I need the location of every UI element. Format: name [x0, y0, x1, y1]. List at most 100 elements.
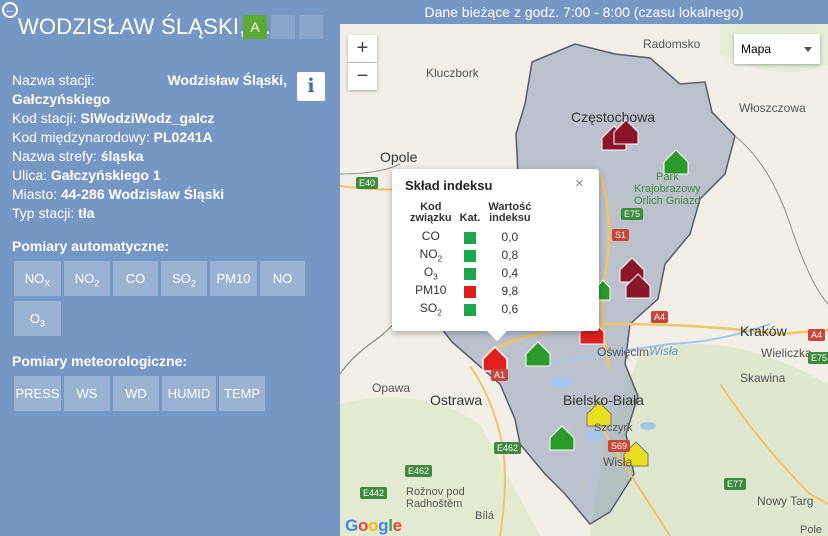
map-label-roznov: Rožnov pod Radhoštěm — [406, 486, 465, 510]
meteo-button-press[interactable]: PRESS — [14, 376, 61, 411]
index-value: 0,0 — [501, 230, 519, 244]
map-type-select[interactable]: Mapa — [734, 34, 820, 64]
station-name-label: Nazwa stacji: — [12, 72, 95, 88]
category-square — [456, 264, 485, 282]
pollutant-code: SO2 — [419, 300, 442, 318]
close-icon[interactable]: × — [575, 175, 584, 192]
meteo-button-humid[interactable]: HUMID — [162, 376, 216, 411]
station-type-value: tła — [78, 205, 95, 221]
pollutant-code: PM10 — [415, 282, 447, 297]
map-label-oswiecim: Oświęcim — [597, 345, 650, 359]
index-composition-popup: Skład indeksu × Kod związku Kat. Wartość i… — [392, 169, 599, 341]
back-arrow-icon[interactable]: ← — [2, 2, 18, 18]
map-label-opawa: Opawa — [372, 381, 411, 395]
category-square — [456, 246, 485, 264]
meteo-button-ws[interactable]: WS — [64, 376, 110, 411]
column-header-value: Wartość indeksu — [488, 201, 532, 224]
road-badge-s69: S69 — [608, 440, 631, 452]
meteorological-measurements-title: Pomiary meteorologiczne: — [12, 353, 188, 369]
table-row: NO2 0,8 — [406, 246, 535, 264]
street-label: Ulica: — [12, 167, 48, 183]
city-label: Miasto: — [12, 186, 58, 202]
meteo-button-wd[interactable]: WD — [113, 376, 159, 411]
street-value: Gałczyńskiego 1 — [50, 167, 161, 183]
chevron-down-icon — [804, 47, 812, 56]
map-label-szczyrk: Szczyrk — [594, 422, 633, 434]
index-value: 0,6 — [501, 302, 519, 316]
category-square — [456, 300, 485, 318]
zone-label: Nazwa strefy: — [12, 148, 97, 164]
map-label-wieliczka: Wieliczka — [761, 346, 812, 360]
pollutant-code: CO — [421, 228, 440, 243]
index-category-badge-inactive[interactable] — [299, 15, 323, 39]
index-table: Kod związku Kat. Wartość indeksu CO 0,0 NO2 0… — [406, 202, 535, 318]
station-type-label: Typ stacji: — [12, 205, 75, 221]
zoom-out-button[interactable]: − — [348, 63, 377, 90]
zoom-in-button[interactable]: + — [348, 35, 377, 62]
city-value: 44-286 Wodzisław Śląski — [61, 186, 225, 202]
map-label-wloszczowa: Włoszczowa — [739, 101, 806, 115]
road-badge-s1: S1 — [612, 229, 630, 241]
automatic-measurements-title: Pomiary automatyczne: — [12, 238, 170, 254]
map-label-nowy-targ: Nowy Targ — [757, 494, 814, 508]
road-badge-a4: A4 — [651, 311, 669, 323]
road-badge-e75-b: E75 — [808, 352, 828, 364]
measure-button-so2[interactable]: SO2 — [161, 261, 207, 296]
info-icon[interactable]: i — [297, 72, 325, 101]
road-badge-a4-b: A4 — [808, 329, 826, 341]
station-name-row: Nazwa stacji: Wodzisław Śląski, — [12, 71, 287, 90]
intl-code-value: PL0241A — [153, 129, 213, 145]
index-value: 9,8 — [501, 284, 519, 298]
road-badge-a1: A1 — [491, 369, 509, 381]
measure-button-nox[interactable]: NOX — [14, 261, 61, 296]
station-title: WODZISŁAW ŚLĄSKI, ... — [18, 14, 271, 39]
category-square — [456, 228, 485, 246]
column-header-category: Kat. — [459, 212, 481, 224]
intl-code-label: Kod międzynarodowy: — [12, 129, 150, 145]
map-label-pole: Pole — [800, 524, 823, 536]
road-badge-e40: E40 — [356, 177, 379, 189]
map-label-krakow: Kraków — [740, 323, 787, 339]
road-badge-e462-b: E462 — [405, 465, 433, 477]
map-label-radomsko: Radomsko — [643, 37, 701, 51]
map-label-opole: Opole — [380, 149, 418, 165]
pollutant-code: NO2 — [419, 246, 443, 264]
measure-button-pm10[interactable]: PM10 — [210, 261, 257, 296]
map-label-ostrawa: Ostrawa — [430, 392, 483, 408]
table-row: PM10 9,8 — [406, 282, 535, 300]
meteo-button-temp[interactable]: TEMP — [219, 376, 265, 411]
map-label-wisla-river: Wisła — [649, 344, 679, 358]
map-label-bila: Bílá — [475, 510, 494, 522]
index-value: 0,8 — [501, 248, 519, 262]
measure-button-o3[interactable]: O3 — [14, 301, 61, 336]
station-panel: ← WODZISŁAW ŚLĄSKI, ... A Nazwa stacji: … — [0, 0, 340, 536]
station-name-value: Wodzisław Śląski, — [167, 72, 287, 88]
measure-button-no2[interactable]: NO2 — [64, 261, 110, 296]
map-label-kluczbork: Kluczbork — [426, 66, 479, 80]
measure-button-no[interactable]: NO — [260, 261, 305, 296]
column-header-code: Kod związku — [410, 201, 452, 224]
index-value: 0,4 — [501, 266, 519, 280]
category-square — [456, 282, 485, 300]
road-badge-e442: E442 — [360, 487, 388, 499]
map-label-wisla: Wisła — [603, 455, 633, 469]
map-label-park: Park Krajobrazowy Orlich Gniazd — [634, 171, 701, 207]
zone-value: śląska — [100, 148, 144, 164]
table-row: O3 0,4 — [406, 264, 535, 282]
road-badge-e77: E77 — [724, 478, 747, 490]
popup-title: Skład indeksu — [405, 178, 493, 193]
index-category-badge[interactable]: A — [243, 15, 267, 39]
table-row: CO 0,0 — [406, 228, 535, 246]
map-label-skawina: Skawina — [740, 371, 786, 385]
pollutant-code: O3 — [423, 264, 438, 282]
station-code-label: Kod stacji: — [12, 110, 77, 126]
index-category-badge-inactive[interactable] — [271, 15, 295, 39]
station-name-value-cont: Gałczyńskiego — [12, 91, 111, 107]
measure-button-co[interactable]: CO — [113, 261, 158, 296]
station-code-value: SlWodziWodz_galcz — [80, 110, 215, 126]
google-logo: Google — [345, 516, 402, 535]
road-badge-e462: E462 — [494, 442, 522, 454]
station-info: Nazwa stacji: Wodzisław Śląski, Gałczyńs… — [12, 71, 287, 223]
road-badge-e75: E75 — [621, 208, 644, 220]
map-label-czestochowa: Częstochowa — [571, 109, 656, 125]
